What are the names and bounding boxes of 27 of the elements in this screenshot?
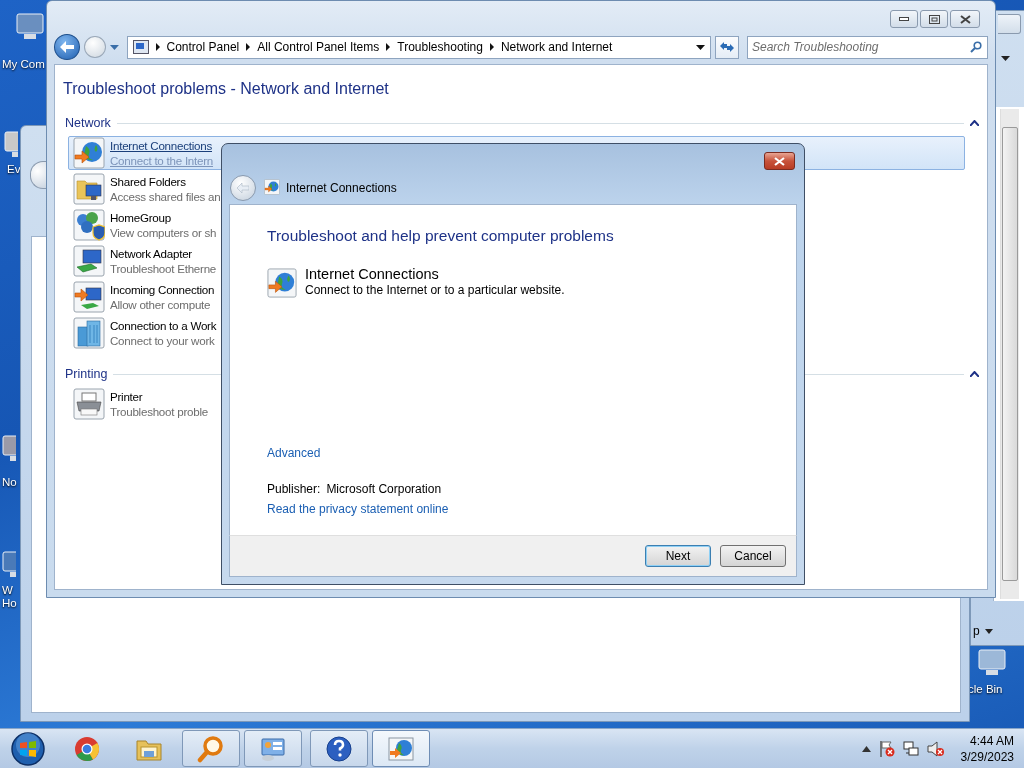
troubleshooter-title: Internet Connections <box>305 265 439 283</box>
desktop-icon-label: W Ho <box>2 584 17 610</box>
item-description: Access shared files an <box>110 189 221 204</box>
item-title: Shared Folders <box>110 174 186 189</box>
desktop-icon-label: My Com <box>2 58 45 71</box>
page-heading: Troubleshoot problems - Network and Internet <box>63 79 389 99</box>
publisher-label: Publisher: <box>267 482 321 497</box>
item-title: Internet Connections <box>110 138 212 153</box>
item-description: Troubleshoot Etherne <box>110 261 217 276</box>
item-title: HomeGroup <box>110 210 171 225</box>
dialog-title: Internet Connections <box>286 180 397 195</box>
desktop-icon-label: Ev <box>7 163 21 176</box>
item-title: Connection to a Work <box>110 318 217 333</box>
troubleshooter-description: Connect to the Internet or to a particular website. <box>305 282 565 298</box>
item-description: Troubleshoot proble <box>110 404 208 419</box>
item-title: Printer <box>110 389 143 404</box>
desktop-icon-label: No <box>2 476 17 489</box>
group-title: Printing <box>65 367 108 381</box>
item-description: Connect to the Intern <box>110 153 214 168</box>
dialog-heading: Troubleshoot and help prevent computer problems <box>267 225 614 246</box>
group-title: Network <box>65 116 111 130</box>
item-title: Incoming Connection <box>110 282 215 297</box>
item-description: Connect to your work <box>110 333 215 348</box>
publisher-name: Microsoft Corporation <box>326 482 442 497</box>
item-description: View computers or sh <box>110 225 217 240</box>
item-description: Allow other compute <box>110 297 211 312</box>
item-title: Network Adapter <box>110 246 192 261</box>
